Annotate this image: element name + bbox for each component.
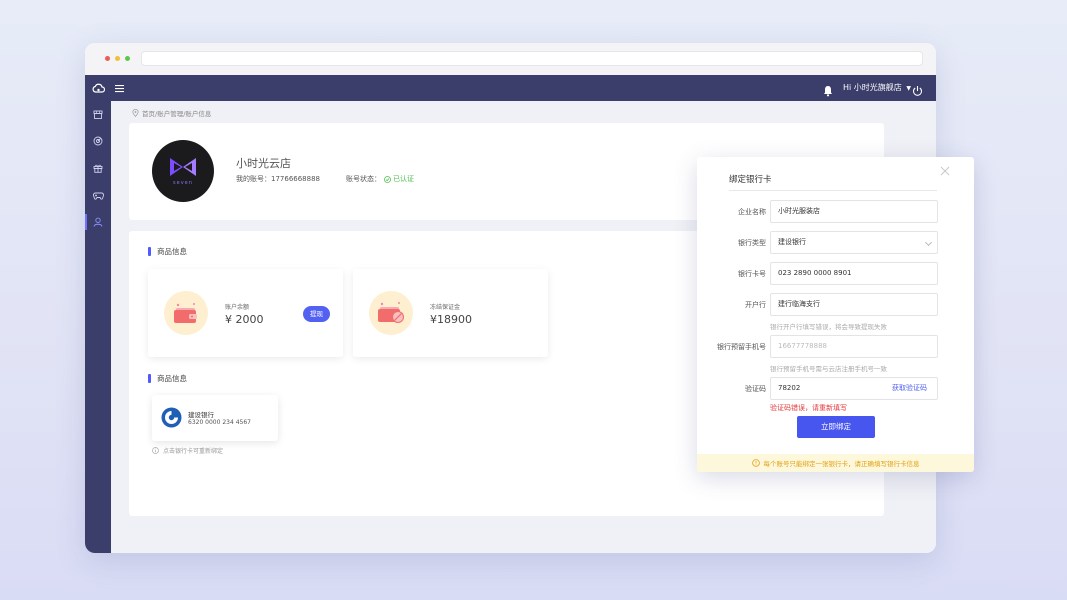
withdraw-button[interactable]: 提现: [303, 306, 330, 322]
verification-code-input[interactable]: 78202 获取验证码: [770, 377, 938, 400]
warning-icon: [751, 459, 760, 467]
bank-section-title-text: 商品信息: [157, 374, 187, 383]
sidebar-item-analytics[interactable]: [85, 131, 111, 151]
store-avatar: seven: [152, 140, 214, 202]
breadcrumb: 首页/账户管理/账户信息: [132, 108, 211, 118]
branch-input[interactable]: 建行临海支行: [770, 293, 938, 316]
balance-card: 账户余额 ¥ 2000 提现: [148, 269, 343, 357]
card-number-input[interactable]: 023 2890 0000 8901: [770, 262, 938, 285]
sidebar-item-account[interactable]: [85, 212, 111, 232]
balance-label: 账户余额: [225, 304, 250, 311]
account-value: 17766668888: [271, 175, 320, 183]
browser-chrome: [85, 43, 936, 75]
dialog-divider: [729, 190, 937, 191]
rebind-tip: 点击银行卡可重新绑定: [152, 446, 223, 455]
close-window-dot[interactable]: [105, 56, 110, 61]
bank-type-select[interactable]: 建设银行: [770, 231, 938, 254]
goods-section-title: 商品信息: [148, 246, 187, 257]
sidebar-item-gifts[interactable]: [85, 158, 111, 178]
check-circle-icon: [384, 175, 391, 183]
code-error: 验证码错误，请重新填写: [770, 404, 847, 412]
user-greeting: Hi 小时光旗舰店: [843, 83, 902, 92]
bank-card-name: 建设银行: [188, 411, 214, 419]
dialog-title: 绑定银行卡: [729, 175, 772, 185]
deposit-card: 冻结保证金 ¥18900: [353, 269, 548, 357]
bound-bank-card[interactable]: 建设银行 6320 0000 234 4567: [152, 395, 278, 441]
bind-bank-card-dialog: 绑定银行卡 企业名称 小时光服装店 银行类型 建设银行 银行卡号 023 289…: [697, 157, 974, 472]
balance-value: ¥ 2000: [225, 313, 264, 326]
card-number-label: 银行卡号: [738, 270, 766, 278]
frozen-wallet-icon: [369, 291, 413, 335]
footer-notice-text: 每个账号只能绑定一张银行卡，请正确填写银行卡信息: [763, 460, 920, 468]
code-label: 验证码: [745, 385, 766, 393]
account-label: 我的账号：: [236, 175, 271, 183]
sidebar-item-store[interactable]: [85, 104, 111, 124]
status-value: 已认证: [393, 175, 414, 183]
ccb-bank-logo-icon: [161, 407, 182, 428]
phone-input[interactable]: 16677778888: [770, 335, 938, 358]
section-marker: [148, 374, 151, 383]
power-icon[interactable]: [912, 82, 923, 96]
chevron-down-icon: [924, 238, 933, 247]
deposit-label: 冻结保证金: [430, 304, 461, 311]
sidebar: [85, 101, 111, 553]
address-bar[interactable]: [141, 51, 923, 66]
deposit-value: ¥18900: [430, 313, 472, 326]
company-name-input[interactable]: 小时光服装店: [770, 200, 938, 223]
bank-card-number: 6320 0000 234 4567: [188, 419, 251, 426]
sidebar-item-games[interactable]: [85, 185, 111, 205]
account-status: 账号状态： 已认证: [346, 174, 414, 184]
store-name: 小时光云店: [236, 157, 291, 170]
bank-section-title: 商品信息: [148, 373, 187, 384]
user-icon: [93, 217, 103, 227]
account-number: 我的账号：17766668888: [236, 174, 320, 184]
user-menu[interactable]: Hi 小时光旗舰店 ▼: [843, 75, 911, 101]
caret-down-icon: ▼: [906, 85, 911, 92]
cloud-logo-icon[interactable]: [85, 75, 111, 101]
location-pin-icon: [132, 109, 139, 117]
bind-now-button[interactable]: 立即绑定: [797, 416, 875, 438]
info-icon: [152, 447, 159, 454]
breadcrumb-text[interactable]: 首页/账户管理/账户信息: [142, 108, 211, 118]
bank-type-value: 建设银行: [778, 238, 806, 246]
top-nav-bar: Hi 小时光旗舰店 ▼: [85, 75, 936, 101]
branch-hint: 银行开户行填写错误，将会导致提现失败: [770, 323, 887, 331]
gift-icon: [93, 164, 103, 173]
close-icon[interactable]: [938, 163, 952, 177]
gamepad-icon: [92, 192, 104, 200]
phone-hint: 银行预留手机号需与云店注册手机号一致: [770, 365, 887, 373]
goods-section-title-text: 商品信息: [157, 247, 187, 256]
rebind-tip-text: 点击银行卡可重新绑定: [163, 448, 224, 455]
section-marker: [148, 247, 151, 256]
wallet-icon: [164, 291, 208, 335]
get-code-button[interactable]: 获取验证码: [892, 378, 927, 399]
code-value: 78202: [778, 384, 801, 392]
bowtie-logo-icon: [170, 158, 196, 176]
status-label: 账号状态：: [346, 175, 381, 183]
company-label: 企业名称: [738, 208, 766, 216]
bank-type-label: 银行类型: [738, 239, 766, 247]
store-icon: [93, 110, 103, 119]
verified-badge: 已认证: [384, 174, 414, 184]
minimize-window-dot[interactable]: [115, 56, 120, 61]
bell-icon[interactable]: [823, 82, 833, 97]
gauge-icon: [93, 136, 103, 146]
phone-label: 银行预留手机号: [717, 343, 766, 351]
dialog-footer-notice: 每个账号只能绑定一张银行卡，请正确填写银行卡信息: [697, 454, 974, 472]
branch-label: 开户行: [745, 301, 766, 309]
menu-toggle-icon[interactable]: [115, 81, 127, 95]
maximize-window-dot[interactable]: [125, 56, 130, 61]
avatar-brand-text: seven: [173, 180, 193, 186]
